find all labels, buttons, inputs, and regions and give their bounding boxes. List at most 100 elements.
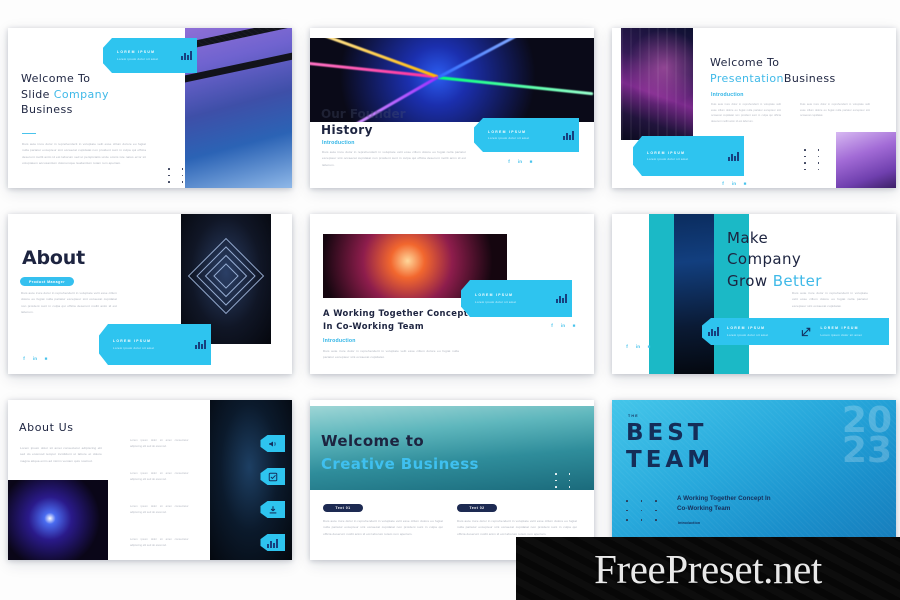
column-1-text: Duis aute irure dolor in reprehenderit i…	[323, 519, 443, 536]
dot-grid	[555, 473, 571, 501]
slide-about-us[interactable]: About Us Lorem ipsum dolor sit amet cons…	[8, 400, 292, 560]
social-links[interactable]: f in ■	[720, 180, 748, 186]
list-item[interactable]: Lorem ipsum dolor sit amet consectetur a…	[130, 460, 285, 493]
lorem-ipsum-tag[interactable]: LOREM IPSUM Lorem ipsum dolor sit amet	[633, 136, 744, 176]
feature-text: Lorem ipsum dolor sit amet consectetur a…	[130, 438, 189, 448]
intro-paragraph: Lorem ipsum dolor sit amet consectetur a…	[20, 446, 102, 463]
watermark-text: FreePreset.net	[594, 545, 822, 592]
dot-grid	[168, 168, 184, 188]
list-item[interactable]: Lorem ipsum dolor sit amet consectetur a…	[130, 493, 285, 526]
lorem-ipsum-tag[interactable]: LOREM IPSUM Lorem ipsum dolor sit amet	[103, 38, 197, 73]
facebook-icon[interactable]: f	[506, 158, 512, 164]
facebook-icon[interactable]: f	[720, 180, 726, 186]
tag-subtitle: Lorem ipsum dolor sit amet	[488, 136, 530, 141]
tag-1-title: LOREM IPSUM	[727, 326, 766, 331]
social-links[interactable]: f in ■	[624, 343, 652, 349]
slide-welcome-creative-business[interactable]: Welcome to Creative Business Text 01 Dui…	[310, 400, 594, 560]
slide-working-together-concept[interactable]: A Working Together Concept In Co-Working…	[310, 214, 594, 374]
title-line-3-plain: Grow	[727, 271, 773, 290]
body-paragraph-left: Duis aute irure dolor in reprehenderit i…	[711, 103, 781, 124]
title-line-1: A Working Together Concept	[323, 308, 469, 318]
section-label: Introduction	[322, 140, 355, 146]
body-paragraph: Duis aute irure dolor in reprehenderit i…	[21, 291, 117, 314]
facebook-icon[interactable]: f	[549, 322, 555, 328]
feature-text: Lorem ipsum dolor sit amet consectetur a…	[130, 504, 189, 514]
dual-lorem-ipsum-tag[interactable]: LOREM IPSUM Lorem ipsum dolor sit amet L…	[702, 318, 889, 345]
eyebrow-label: THE	[628, 414, 639, 418]
list-item[interactable]: Lorem ipsum dolor sit amet consectetur a…	[130, 427, 285, 460]
slide-about[interactable]: About Product Manager Duis aute irure do…	[8, 214, 292, 374]
title-line-1: Welcome To	[710, 56, 780, 69]
title-line-3-accent: Better	[772, 271, 822, 290]
title-line-2-plain: Business	[783, 71, 836, 85]
check-box-icon	[260, 468, 285, 485]
linkedin-icon[interactable]: in	[560, 322, 566, 328]
body-paragraph: Duis aute irure dolor in reprehenderit i…	[322, 150, 466, 167]
tag-title: LOREM IPSUM	[113, 339, 152, 344]
linkedin-icon[interactable]: in	[731, 180, 737, 186]
bar-chart-icon	[702, 327, 724, 336]
page-title: Welcome to Creative Business	[321, 430, 479, 475]
linkedin-icon[interactable]: in	[635, 343, 641, 349]
facebook-icon[interactable]: f	[21, 355, 27, 361]
tag-2-subtitle: Lorem ipsum dolor sit amet	[820, 332, 862, 337]
column-2-pill: Text 02	[457, 504, 497, 512]
lorem-ipsum-tag[interactable]: LOREM IPSUM Lorem ipsum dolor sit amet	[99, 324, 211, 365]
social-links[interactable]: f in ■	[506, 158, 534, 164]
linkedin-icon[interactable]: in	[517, 158, 523, 164]
instagram-icon[interactable]: ■	[742, 180, 748, 186]
instagram-icon[interactable]: ■	[528, 158, 534, 164]
tag-2-title: LOREM IPSUM	[820, 326, 859, 331]
list-item[interactable]: Lorem ipsum dolor sit amet consectetur a…	[130, 526, 285, 559]
feature-list: Lorem ipsum dolor sit amet consectetur a…	[130, 427, 285, 559]
dot-grid	[626, 500, 657, 521]
page-title: A Working Together Concept In Co-Working…	[323, 307, 468, 332]
title-line-1: Make	[727, 229, 769, 247]
social-links[interactable]: f in ■	[549, 322, 577, 328]
social-links[interactable]: f in ■	[21, 355, 49, 361]
body-paragraph: Duis aute irure dolor in reprehenderit i…	[792, 291, 868, 308]
external-link-icon	[796, 326, 818, 337]
instagram-icon[interactable]: ■	[43, 355, 49, 361]
tag-1-subtitle: Lorem ipsum dolor sit amet	[727, 332, 769, 337]
slide-history[interactable]: Our Founder History Introduction Duis au…	[310, 28, 594, 188]
tag-subtitle: Lorem ipsum dolor sit amet	[475, 299, 517, 304]
role-badge: Product Manager	[20, 277, 74, 286]
title-line-1: BEST	[626, 420, 708, 446]
page-title: About	[22, 247, 85, 269]
body-paragraph-right: Duis aute irure dolor in reprehenderit i…	[800, 103, 870, 118]
tag-subtitle: Lorem ipsum dolor sit amet	[647, 157, 689, 162]
slide-photo-city	[621, 28, 693, 140]
page-title: History	[321, 123, 373, 137]
lorem-ipsum-tag[interactable]: LOREM IPSUM Lorem ipsum dolor sit amet	[474, 118, 579, 152]
section-label: Introduction	[323, 338, 356, 344]
facebook-icon[interactable]: f	[624, 343, 630, 349]
feature-text: Lorem ipsum dolor sit amet consectetur a…	[130, 471, 189, 481]
linkedin-icon[interactable]: in	[32, 355, 38, 361]
title-line-2: Company	[727, 250, 802, 269]
site-watermark: FreePreset.net	[516, 537, 900, 600]
column-1-pill: Text 01	[323, 504, 363, 512]
instagram-icon[interactable]: ■	[571, 322, 577, 328]
page-title: Welcome To PresentationBusiness	[710, 55, 836, 87]
column-2-text: Duis aute irure dolor in reprehenderit i…	[457, 519, 577, 536]
subtitle-line-1: A Working Together Concept In	[677, 495, 771, 502]
ghost-title: Our Founder	[321, 107, 406, 121]
slide-make-company-grow-better[interactable]: Make Company Grow Better Duis aute irure…	[612, 214, 896, 374]
title-line-2-accent: Company	[53, 87, 109, 101]
title-line-3: Business	[21, 103, 73, 117]
slide-welcome-slide-company[interactable]: Welcome To Slide Company Business Duis a…	[8, 28, 292, 188]
feature-text: Lorem ipsum dolor sit amet consectetur a…	[130, 537, 189, 547]
tag-title: LOREM IPSUM	[488, 129, 527, 134]
lorem-ipsum-tag[interactable]: LOREM IPSUM Lorem ipsum dolor sit amet	[461, 280, 572, 317]
tag-subtitle: Lorem ipsum dolor sit amet	[113, 345, 155, 350]
title-line-2: Creative Business	[321, 454, 479, 473]
instagram-icon[interactable]: ■	[646, 343, 652, 349]
page-title: Make Company Grow Better	[727, 228, 822, 292]
dot-grid	[804, 149, 820, 171]
text-column-1: Text 01 Duis aute irure dolor in reprehe…	[323, 504, 443, 537]
bar-chart-icon	[175, 51, 197, 60]
bar-chart-icon	[550, 294, 572, 303]
slide-welcome-presentation-business[interactable]: Welcome To PresentationBusiness Introduc…	[612, 28, 896, 188]
slide-best-team[interactable]: 2023 THE BEST TEAM A Working Together Co…	[612, 400, 896, 560]
